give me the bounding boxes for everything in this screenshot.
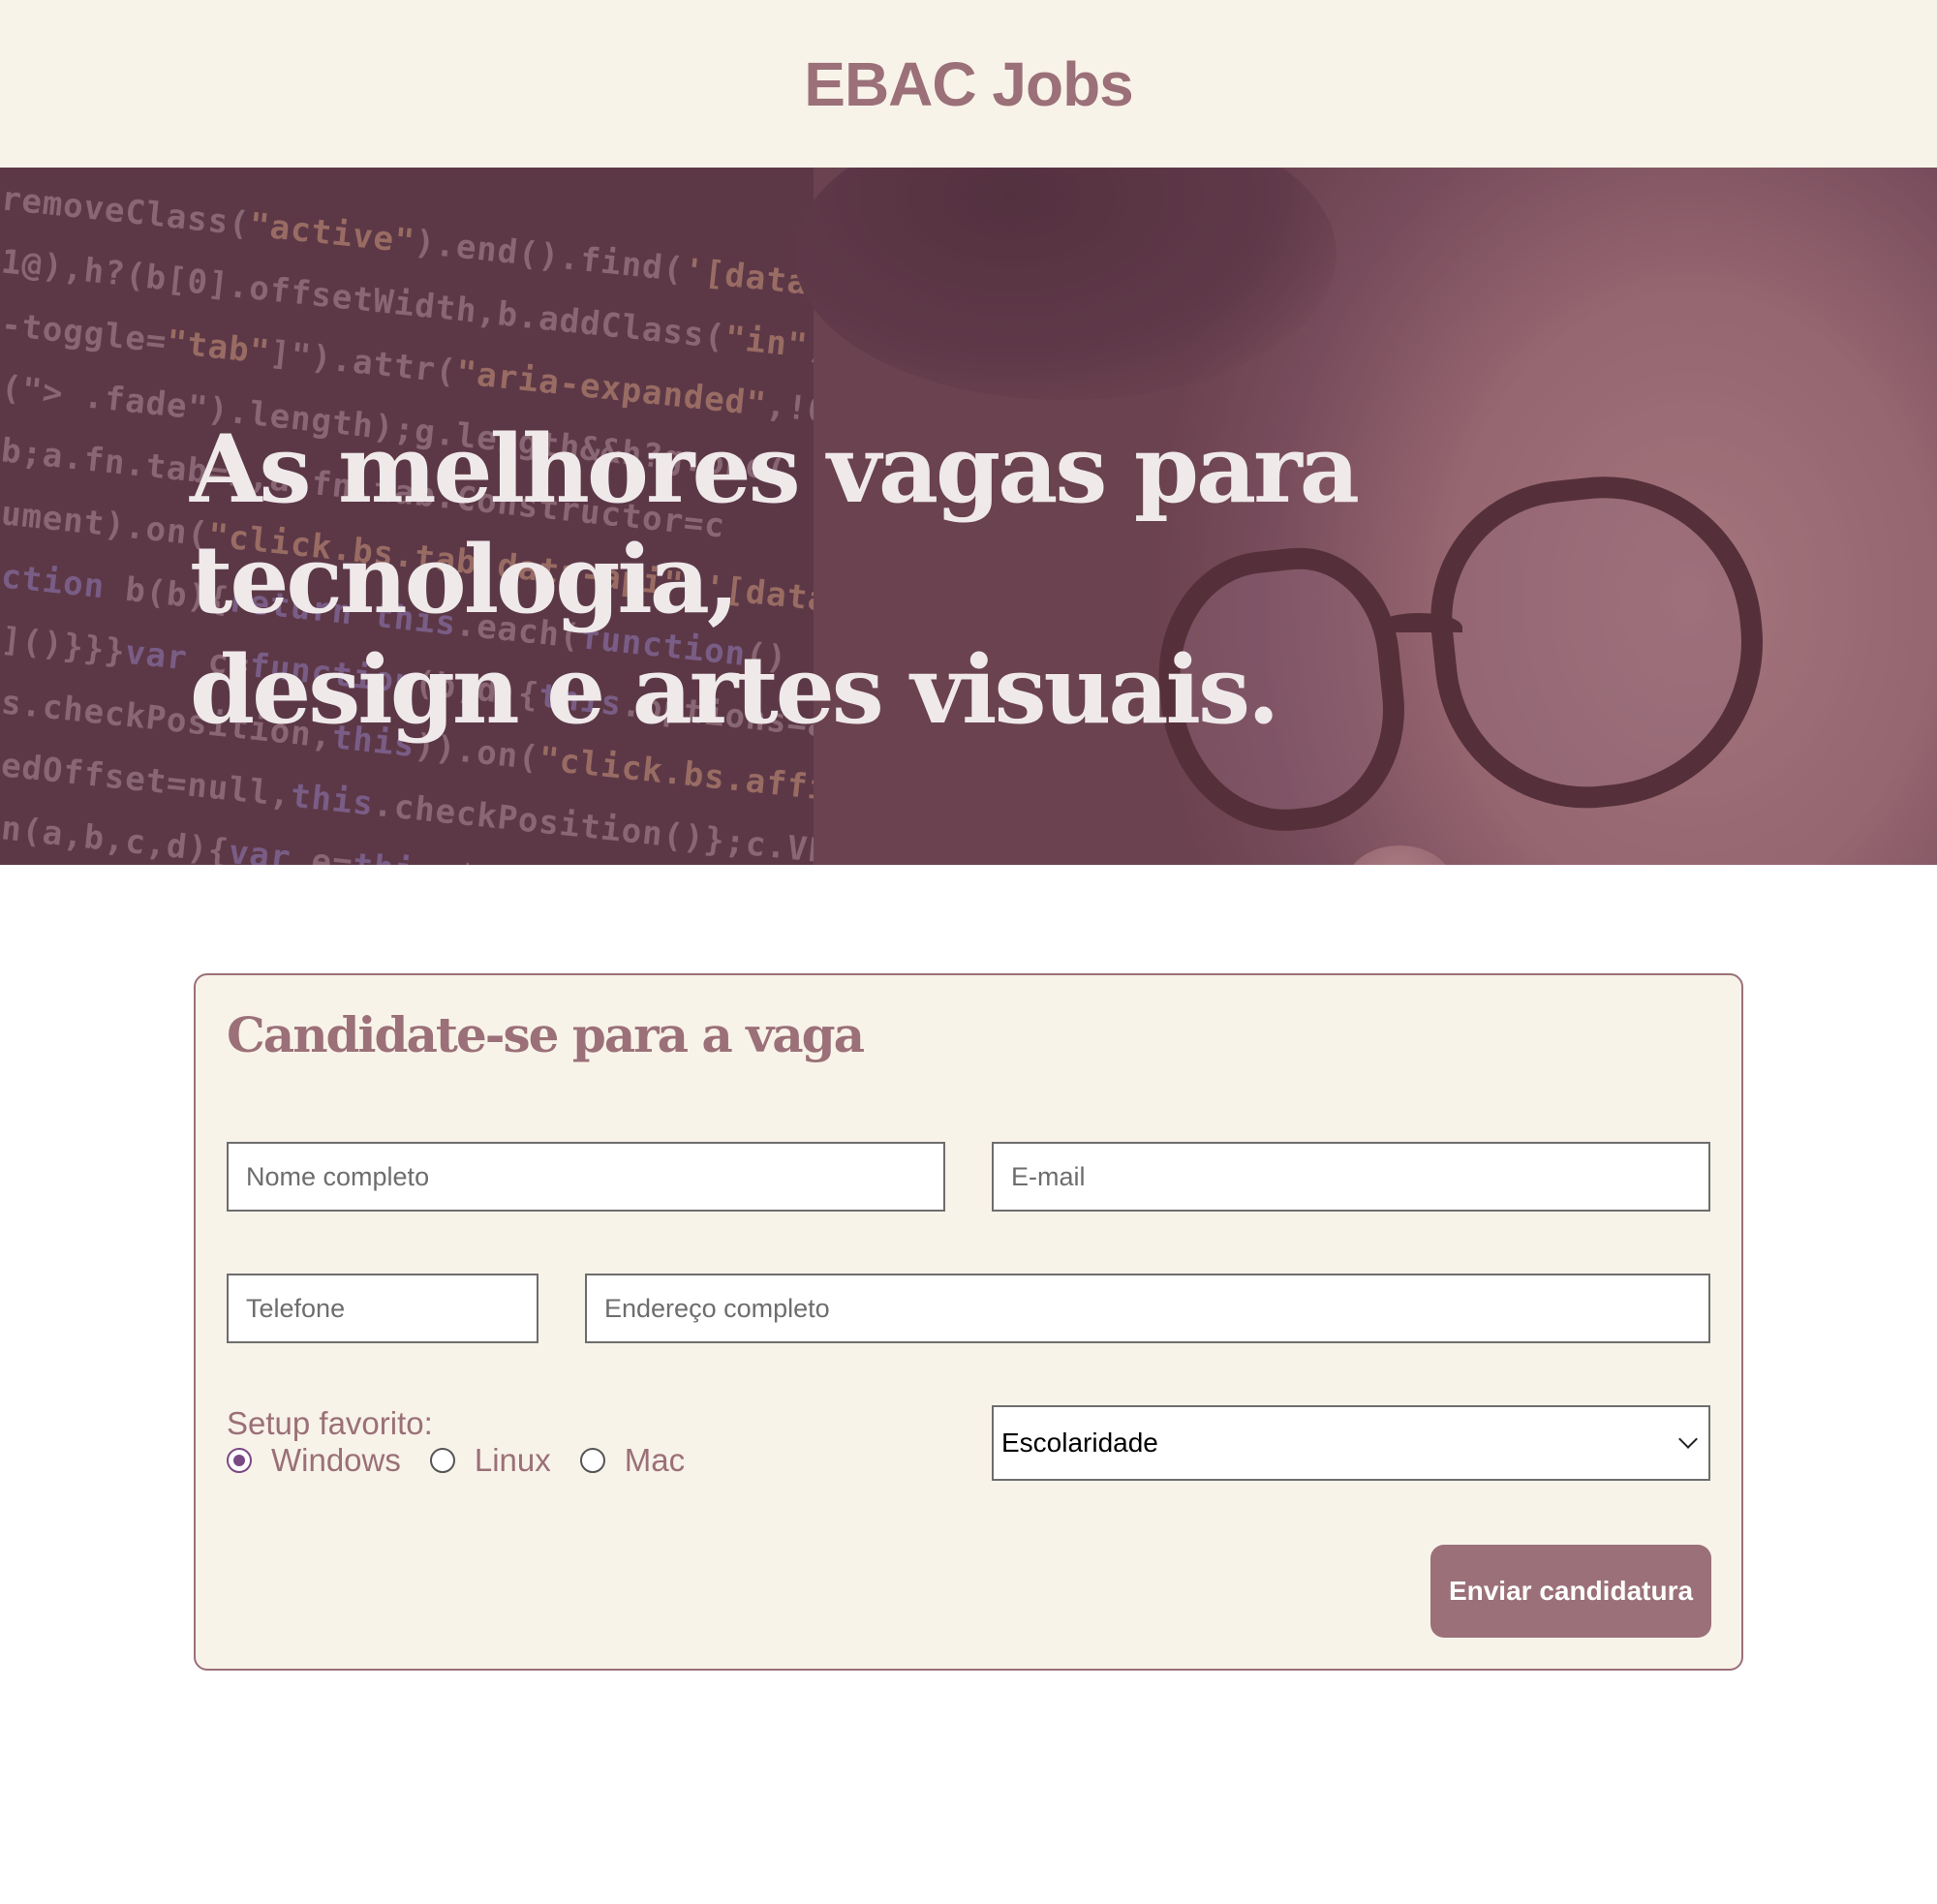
radio-mac-button[interactable] (579, 1448, 605, 1473)
hero-title: As melhores vagas para tecnologia, desig… (190, 415, 1836, 746)
brand-logo[interactable]: EBAC Jobs (804, 48, 1133, 120)
radio-linux[interactable]: Linux (429, 1442, 551, 1479)
radio-windows-button[interactable] (227, 1448, 252, 1473)
address-input[interactable] (585, 1274, 1710, 1343)
application-form: Candidate-se para a vaga Setup favorito:… (194, 973, 1743, 1671)
radio-windows[interactable]: Windows (227, 1442, 401, 1479)
radio-windows-label: Windows (271, 1442, 401, 1478)
form-title: Candidate-se para a vaga (227, 1006, 865, 1063)
radio-mac-label: Mac (624, 1442, 686, 1478)
chevron-down-icon (1678, 1429, 1698, 1449)
radio-linux-label: Linux (474, 1442, 551, 1478)
full-name-input[interactable] (227, 1142, 945, 1212)
setup-radio-group: Windows Linux Mac (227, 1442, 714, 1479)
education-select[interactable]: Escolaridade (992, 1405, 1710, 1481)
hero-banner: .removeClass("active").end().find('[data… (0, 168, 1937, 865)
radio-mac[interactable]: Mac (579, 1442, 686, 1479)
submit-application-button[interactable]: Enviar candidatura (1430, 1545, 1711, 1638)
education-select-value: Escolaridade (1001, 1428, 1158, 1458)
email-input[interactable] (992, 1142, 1710, 1212)
hero-title-line1: As melhores vagas para tecnologia, (190, 415, 1360, 634)
phone-input[interactable] (227, 1274, 538, 1343)
site-header: EBAC Jobs (0, 0, 1937, 168)
hero-title-line2: design e artes visuais. (190, 635, 1279, 745)
radio-linux-button[interactable] (429, 1448, 455, 1473)
setup-label: Setup favorito: (227, 1405, 433, 1441)
